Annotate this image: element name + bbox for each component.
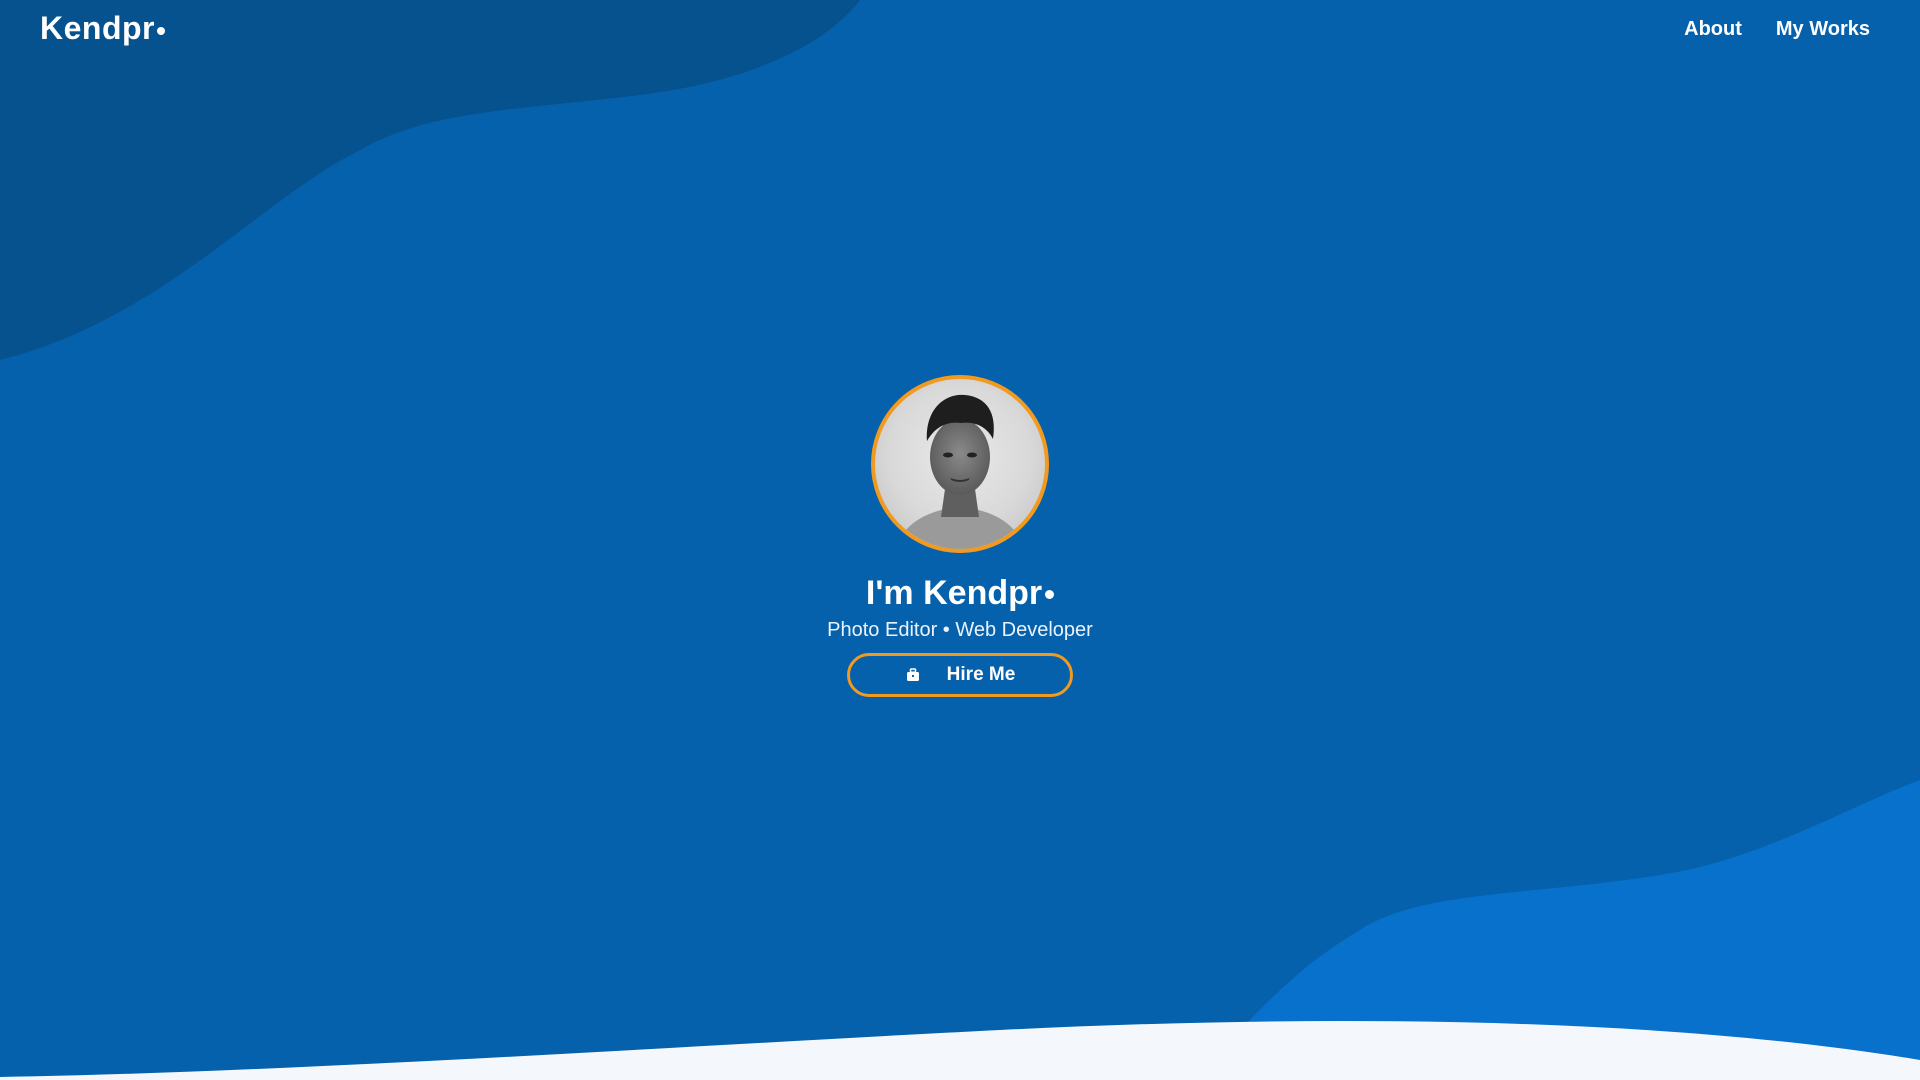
brand-dot: [157, 27, 165, 35]
hero-title-text: I'm Kendpr: [865, 574, 1043, 612]
brand-logo[interactable]: Kendpr: [40, 10, 165, 47]
landing-page: Kendpr About My Works I'm Kendpr Photo E…: [0, 0, 1920, 1080]
title-dot: [1045, 590, 1055, 599]
hire-me-label: Hire Me: [946, 664, 1016, 685]
nav-links: About My Works: [1684, 18, 1870, 41]
nav-link-about[interactable]: About: [1684, 18, 1742, 41]
navbar: Kendpr About My Works: [0, 0, 1920, 60]
profile-photo: [895, 394, 1025, 549]
hero-title: I'm Kendpr: [865, 573, 1055, 613]
avatar: [871, 375, 1049, 553]
briefcase-icon: [905, 667, 921, 683]
hire-me-button[interactable]: Hire Me: [847, 653, 1073, 697]
bottom-right-wave: [1240, 780, 1920, 1060]
footer-wave: [0, 1021, 1920, 1080]
brand-name: Kendpr: [40, 10, 155, 46]
hero-subtitle: Photo Editor • Web Developer: [827, 619, 1093, 641]
hero-section: I'm Kendpr Photo Editor • Web Developer …: [0, 375, 1920, 697]
nav-link-my-works[interactable]: My Works: [1776, 18, 1870, 41]
